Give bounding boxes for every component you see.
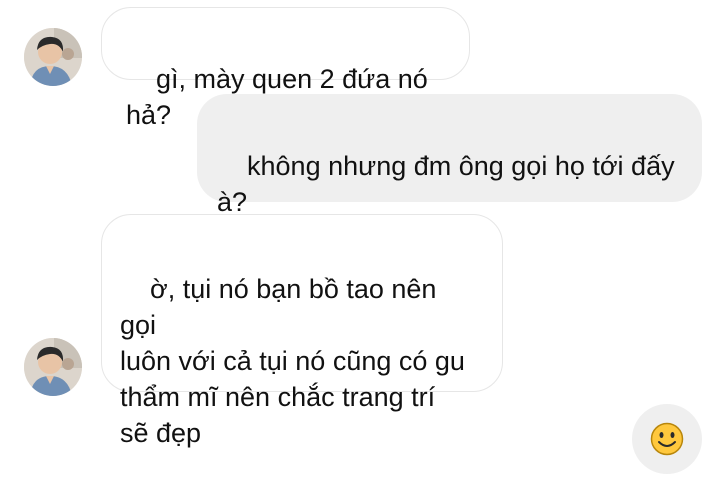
sender-avatar[interactable]: [24, 338, 82, 396]
avatar-photo-icon: [24, 338, 82, 396]
incoming-message-bubble[interactable]: gì, mày quen 2 đứa nó hả?: [101, 7, 470, 130]
sender-avatar[interactable]: [24, 28, 82, 86]
emoji-reaction-button[interactable]: [632, 404, 702, 474]
smiley-face-icon: [650, 422, 684, 456]
avatar-photo-icon: [24, 28, 82, 86]
chat-thread: gì, mày quen 2 đứa nó hả? không nhưng đm…: [0, 0, 720, 483]
message-text: không nhưng đm ông gọi họ tới đấy à?: [217, 151, 675, 217]
message-text: ờ, tụi nó bạn bồ tao nên gọi luôn với cả…: [120, 274, 465, 448]
incoming-message-bubble[interactable]: ờ, tụi nó bạn bồ tao nên gọi luôn với cả…: [101, 214, 503, 448]
outgoing-message-bubble[interactable]: không nhưng đm ông gọi họ tới đấy à?: [197, 94, 702, 217]
